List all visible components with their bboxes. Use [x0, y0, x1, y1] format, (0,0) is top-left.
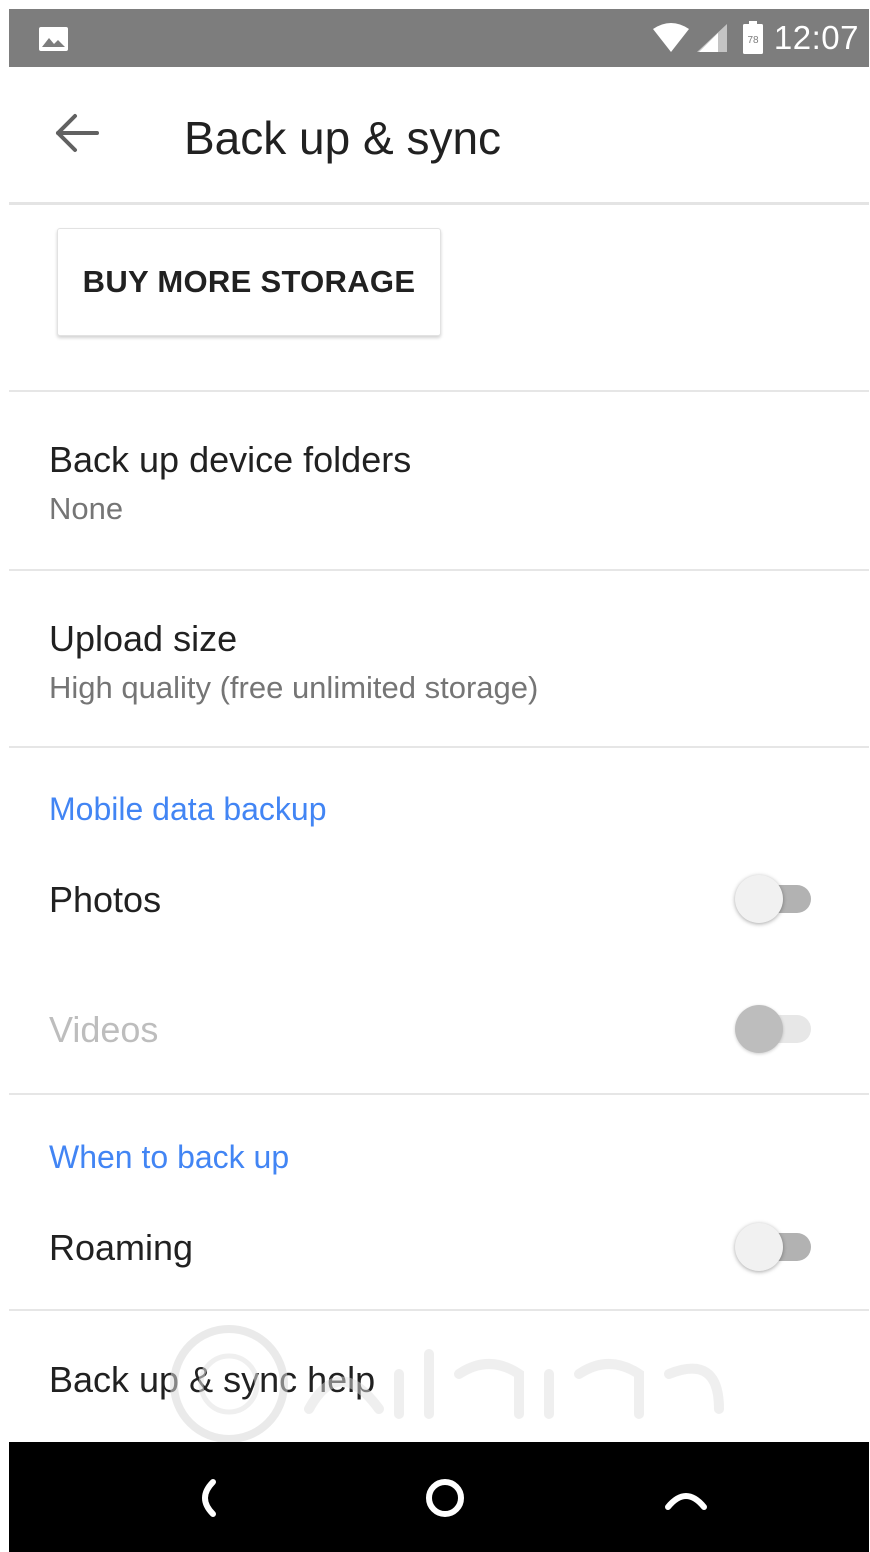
device-frame: 78 12:07 Back up & sync BUY MORE STORAGE…: [0, 0, 870, 1552]
nav-home-button[interactable]: [420, 1475, 470, 1525]
photos-label: Photos: [49, 879, 162, 920]
back-button[interactable]: [49, 107, 105, 163]
signal-icon: [696, 23, 728, 53]
nav-recents-icon: [664, 1483, 708, 1518]
device-folders-row[interactable]: Back up device folders None: [9, 392, 869, 569]
help-title: Back up & sync help: [49, 1359, 376, 1400]
photos-row[interactable]: Photos: [9, 859, 869, 969]
toggle-thumb: [735, 875, 783, 923]
nav-back-icon: [191, 1478, 221, 1523]
videos-toggle: [735, 1003, 815, 1055]
nav-home-icon: [423, 1476, 467, 1525]
upload-size-title: Upload size: [49, 618, 238, 659]
roaming-row[interactable]: Roaming: [9, 1207, 869, 1309]
phone-screen: 78 12:07 Back up & sync BUY MORE STORAGE…: [9, 9, 869, 1552]
when-to-back-up-header: When to back up: [49, 1139, 290, 1175]
status-icons: 78 12:07: [652, 9, 859, 67]
storage-section: BUY MORE STORAGE: [9, 205, 869, 392]
device-folders-value: None: [49, 491, 124, 526]
status-bar: 78 12:07: [9, 9, 869, 67]
nav-recents-button[interactable]: [661, 1475, 711, 1525]
wifi-icon: [652, 23, 690, 53]
battery-icon: 78: [742, 21, 764, 55]
upload-size-value: High quality (free unlimited storage): [49, 670, 539, 705]
toggle-thumb: [735, 1005, 783, 1053]
nav-back-button[interactable]: [181, 1475, 231, 1525]
divider: [9, 746, 869, 748]
help-row[interactable]: Back up & sync help: [9, 1311, 869, 1442]
roaming-toggle[interactable]: [735, 1221, 815, 1273]
upload-size-row[interactable]: Upload size High quality (free unlimited…: [9, 571, 869, 746]
navigation-bar: [9, 1442, 869, 1552]
arrow-back-icon: [55, 113, 99, 158]
buy-more-storage-button[interactable]: BUY MORE STORAGE: [57, 228, 441, 336]
toggle-thumb: [735, 1223, 783, 1271]
status-time: 12:07: [773, 19, 859, 56]
battery-level-label: 78: [747, 35, 759, 46]
image-icon: [38, 26, 69, 52]
roaming-label: Roaming: [49, 1227, 194, 1268]
device-folders-title: Back up device folders: [49, 439, 412, 480]
divider: [9, 1093, 869, 1095]
page-title: Back up & sync: [184, 112, 502, 164]
app-bar: Back up & sync: [9, 67, 869, 205]
videos-label: Videos: [49, 1009, 159, 1050]
videos-row: Videos: [9, 989, 869, 1093]
photos-toggle[interactable]: [735, 873, 815, 925]
mobile-data-backup-header: Mobile data backup: [49, 791, 327, 827]
